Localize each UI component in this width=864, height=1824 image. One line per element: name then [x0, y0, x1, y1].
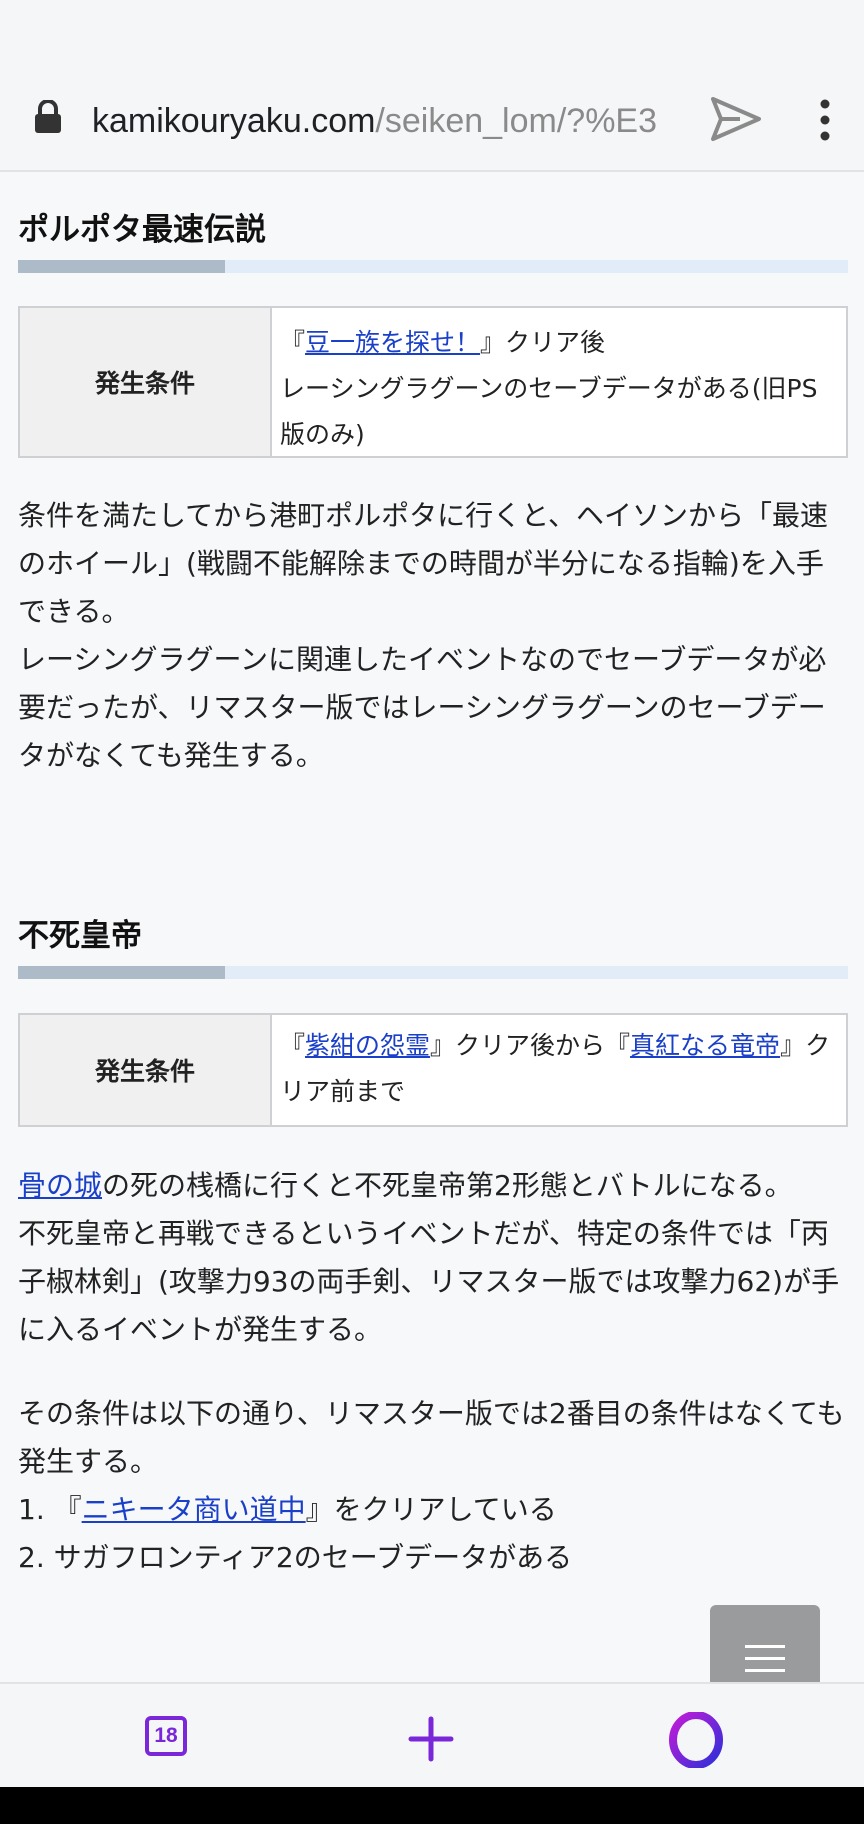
send-icon[interactable] — [710, 95, 762, 143]
section-title-underline — [18, 260, 848, 273]
lock-icon[interactable] — [34, 100, 62, 134]
paragraph: 骨の城の死の桟橋に行くと不死皇帝第2形態とバトルになる。 — [18, 1162, 848, 1210]
section2-description: 骨の城の死の桟橋に行くと不死皇帝第2形態とバトルになる。 不死皇帝と再戦できると… — [18, 1162, 848, 1354]
condition-value: 『紫紺の怨霊』クリア後から『真紅なる竜帝』クリア前まで — [272, 1015, 846, 1125]
section-title-undead-emperor: 不死皇帝 — [18, 918, 142, 954]
section1-description: 条件を満たしてから港町ポルポタに行くと、ヘイソンから「最速のホイール」(戦闘不能… — [18, 492, 848, 780]
section-title-underline — [18, 966, 848, 979]
condition-text: 』クリア後 — [480, 328, 606, 357]
paragraph: その条件は以下の通り、リマスター版では2番目の条件はなくても発生する。 — [18, 1397, 845, 1478]
section2-conditions: その条件は以下の通り、リマスター版では2番目の条件はなくても発生する。 1. 『… — [18, 1390, 848, 1582]
paragraph: 不死皇帝と再戦できるというイベントだが、特定の条件では「丙子椒林剣」(攻撃力93… — [18, 1217, 840, 1346]
condition-value: 『豆一族を探せ！』クリア後 レーシングラグーンのセーブデータがある(旧PS版のみ… — [272, 308, 846, 456]
bracket-open: 『 — [280, 328, 306, 357]
condition-label: 発生条件 — [20, 1015, 272, 1125]
plus-icon[interactable] — [408, 1716, 454, 1762]
bracket-open: 『 — [280, 1031, 306, 1060]
section-title-porpota: ポルポタ最速伝説 — [18, 212, 266, 248]
paragraph: レーシングラグーンに関連したイベントなのでセーブデータが必要だったが、リマスター… — [18, 643, 827, 772]
menu-icon — [745, 1645, 785, 1648]
list-item: 2. サガフロンティア2のセーブデータがある — [18, 1541, 573, 1574]
link-shikon-no-onryo[interactable]: 紫紺の怨霊 — [305, 1031, 430, 1060]
url-path: /seiken_lom/?%E3 — [375, 102, 658, 140]
menu-button[interactable] — [710, 1605, 820, 1683]
condition-table: 発生条件 『豆一族を探せ！』クリア後 レーシングラグーンのセーブデータがある(旧… — [18, 306, 848, 458]
url-host: kamikouryaku.com — [92, 102, 376, 140]
list-item-prefix: 1. 『 — [18, 1493, 82, 1526]
link-mame-ichizoku[interactable]: 豆一族を探せ！ — [305, 328, 480, 357]
opera-icon[interactable] — [668, 1712, 724, 1768]
condition-table: 発生条件 『紫紺の怨霊』クリア後から『真紅なる竜帝』クリア前まで — [18, 1013, 848, 1127]
section-title-underline-accent — [18, 966, 225, 979]
condition-text-line2: レーシングラグーンのセーブデータがある(旧PS版のみ) — [280, 374, 818, 449]
url-field[interactable]: kamikouryaku.com/seiken_lom/?%E3 — [92, 96, 682, 146]
browser-bottom-bar: 18 — [0, 1682, 864, 1789]
link-nikita-akinai-dochu[interactable]: ニキータ商い道中 — [82, 1493, 306, 1526]
system-navigation-bar — [0, 1787, 864, 1824]
link-hone-no-shiro[interactable]: 骨の城 — [18, 1169, 102, 1202]
paragraph: 条件を満たしてから港町ポルポタに行くと、ヘイソンから「最速のホイール」(戦闘不能… — [18, 499, 829, 628]
browser-address-bar: kamikouryaku.com/seiken_lom/?%E3 — [0, 0, 864, 172]
list-item: 1. 『ニキータ商い道中』をクリアしている — [18, 1486, 848, 1534]
link-shinku-naru-ryutei[interactable]: 真紅なる竜帝 — [630, 1031, 780, 1060]
condition-text: 』クリア後から『 — [430, 1031, 631, 1060]
condition-label: 発生条件 — [20, 308, 272, 456]
paragraph-text: の死の桟橋に行くと不死皇帝第2形態とバトルになる。 — [102, 1169, 793, 1202]
list-item-text: 』をクリアしている — [305, 1493, 557, 1526]
tabs-icon[interactable]: 18 — [145, 1716, 187, 1756]
more-vert-icon[interactable] — [814, 98, 836, 142]
menu-icon — [745, 1657, 785, 1660]
section-title-underline-accent — [18, 260, 225, 273]
menu-icon — [745, 1669, 785, 1672]
